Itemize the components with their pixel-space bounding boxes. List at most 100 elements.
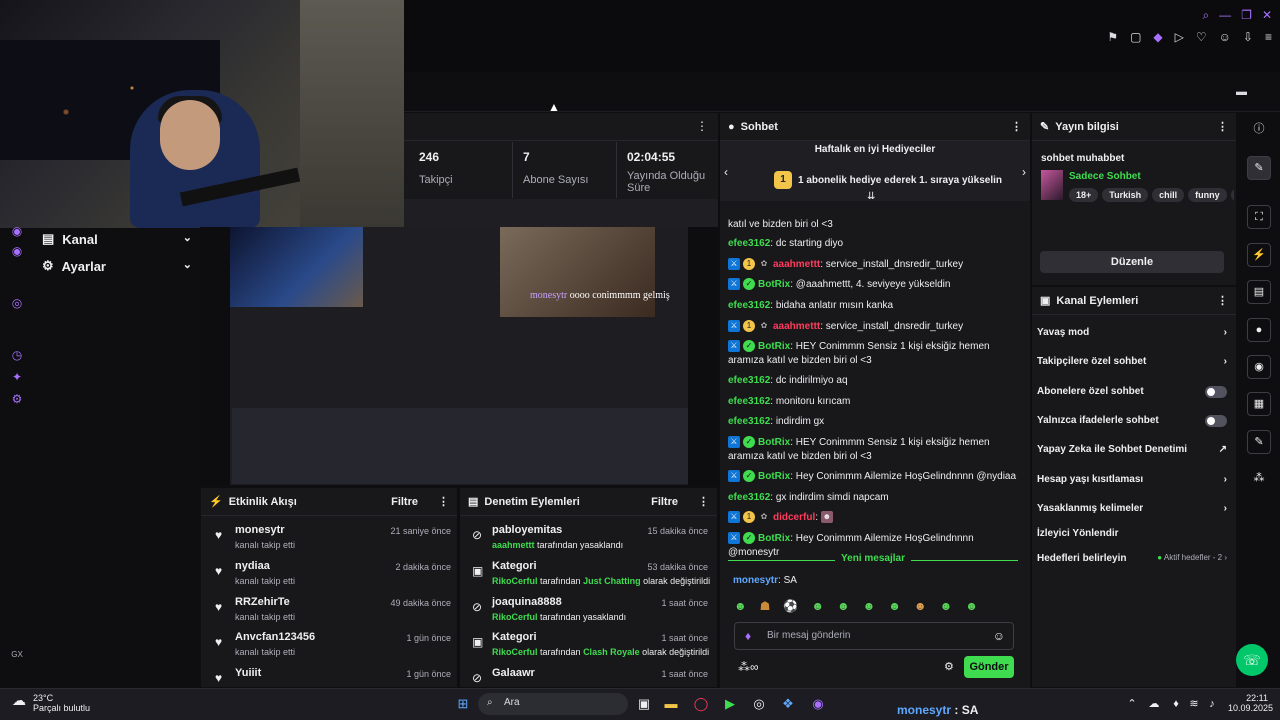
chat-user[interactable]: BotRix <box>758 533 790 544</box>
bookmark-icon[interactable]: ⚑ <box>1107 30 1118 44</box>
chat-user[interactable]: efee3162 <box>728 238 770 249</box>
mic-icon[interactable]: ♦ <box>745 629 751 643</box>
emote-icon[interactable]: ☻ <box>965 599 978 613</box>
mic-icon[interactable]: ♦ <box>1166 694 1186 714</box>
action-account-age[interactable]: Hesap yaşı kısıtlaması › <box>1037 474 1227 494</box>
discord-icon[interactable]: ◉ <box>808 694 828 714</box>
play-circle-icon[interactable]: ◎ <box>10 296 24 310</box>
clock[interactable]: 22:11 10.09.2025 <box>1228 693 1273 713</box>
app-icon[interactable]: ❖ <box>778 694 798 714</box>
clock-icon[interactable]: ◷ <box>10 348 24 362</box>
activity-user[interactable]: monesytr <box>235 524 285 536</box>
more-options-icon[interactable]: ⋮ <box>1217 294 1228 307</box>
obs-icon[interactable]: ◎ <box>749 694 769 714</box>
chat-settings-icon[interactable]: ⚙ <box>944 660 954 673</box>
mod-target[interactable]: pabloyemitas <box>492 524 562 536</box>
kick-icon[interactable]: ▶ <box>720 694 740 714</box>
chat-user[interactable]: efee3162 <box>728 375 770 386</box>
filter-button[interactable]: Filtre <box>651 496 678 508</box>
search-icon[interactable]: ⌕ <box>1202 8 1209 23</box>
menu-icon[interactable]: ≡ <box>1265 30 1272 44</box>
lightning-icon[interactable]: ⚡ <box>1247 243 1271 267</box>
action-goals[interactable]: Hedefleri belirleyin ● Aktif hedefler - … <box>1037 553 1227 573</box>
chat-user[interactable]: BotRix <box>758 341 790 352</box>
action-raid[interactable]: İzleyici Yönlendir <box>1037 528 1227 548</box>
tag[interactable]: 18+ <box>1069 188 1099 202</box>
new-messages-label[interactable]: Yeni mesajlar <box>728 553 1018 567</box>
chat-user[interactable]: efee3162 <box>728 492 770 503</box>
taskview-icon[interactable]: ▣ <box>634 694 654 714</box>
activity-user[interactable]: nydiaa <box>235 560 270 572</box>
weather-icon[interactable]: ☁ <box>12 692 26 709</box>
profile-icon[interactable]: ☺ <box>1219 30 1231 44</box>
emote-icon[interactable]: ☻ <box>734 599 747 613</box>
chevron-left-icon[interactable]: ‹ <box>724 165 728 179</box>
chevron-up-icon[interactable]: ⌃ <box>1122 694 1142 714</box>
crop-icon[interactable]: ⛶ <box>1247 205 1271 229</box>
more-options-icon[interactable]: ⋮ <box>698 495 709 508</box>
opera-gx-icon[interactable]: ◯ <box>691 694 711 714</box>
action-subs-only[interactable]: Abonelere özel sohbet <box>1037 386 1227 406</box>
action-followers-only[interactable]: Takipçilere özel sohbet › <box>1037 356 1227 376</box>
chat-user[interactable]: efee3162 <box>728 300 770 311</box>
shield-icon[interactable]: ◆ <box>1153 30 1162 44</box>
emoji-icon[interactable]: ☺ <box>993 629 1005 643</box>
emote-icon[interactable]: ☻ <box>811 599 824 613</box>
action-slow-mode[interactable]: Yavaş mod › <box>1037 327 1227 347</box>
emote-icon[interactable]: ☻ <box>863 599 876 613</box>
puzzle-icon[interactable]: ✦ <box>10 370 24 384</box>
screenshot-icon[interactable]: ▢ <box>1130 30 1141 44</box>
chat-user[interactable]: efee3162 <box>728 396 770 407</box>
more-options-icon[interactable]: ⋮ <box>1011 120 1022 133</box>
subs-only-toggle[interactable] <box>1205 386 1227 398</box>
emote-only-toggle[interactable] <box>1205 415 1227 427</box>
cloud-icon[interactable]: ☁ <box>1144 694 1164 714</box>
kick-bits-icon[interactable]: ⁂∞ <box>738 660 759 674</box>
mod-target[interactable]: Galaawr <box>492 667 535 679</box>
more-options-icon[interactable]: ⋮ <box>1217 120 1228 133</box>
chat-user[interactable]: aaahmettt <box>773 259 820 270</box>
scroll-down-icon[interactable]: ⇊ <box>867 191 875 202</box>
category-thumbnail[interactable] <box>1041 170 1063 200</box>
more-options-icon[interactable]: ⋮ <box>438 495 449 508</box>
download-icon[interactable]: ⇩ <box>1243 30 1253 44</box>
minimize-icon[interactable]: — <box>1219 8 1231 23</box>
emote-icon[interactable]: ☻ <box>914 599 927 613</box>
windows-start-icon[interactable]: ⊞ <box>453 694 473 714</box>
category-name[interactable]: Sadece Sohbet <box>1069 171 1141 182</box>
send-button[interactable]: Gönder <box>964 656 1014 678</box>
close-icon[interactable]: ✕ <box>1262 8 1272 23</box>
tag[interactable]: T <box>1230 188 1234 202</box>
file-explorer-icon[interactable]: ▬ <box>661 694 681 714</box>
filter-button[interactable]: Filtre <box>391 496 418 508</box>
play-icon[interactable]: ▷ <box>1175 30 1184 44</box>
chat-input[interactable]: ♦ Bir mesaj gönderin ☺ <box>734 622 1014 650</box>
discord-icon-2[interactable]: ◉ <box>10 244 24 258</box>
action-ai-moderation[interactable]: Yapay Zeka ile Sohbet Denetimi ↗ <box>1037 444 1227 464</box>
chevron-right-icon[interactable]: › <box>1022 165 1026 179</box>
emote-icon[interactable]: ⚽ <box>783 599 798 613</box>
activity-user[interactable]: Yuiiit <box>235 667 261 679</box>
tag[interactable]: chill <box>1152 188 1185 202</box>
chat-user[interactable]: BotRix <box>758 471 790 482</box>
volume-icon[interactable]: ♪ <box>1202 694 1222 714</box>
pencil-icon[interactable]: ✎ <box>1247 156 1271 180</box>
emote-icon[interactable]: ☻ <box>837 599 850 613</box>
help-button[interactable]: ☏ <box>1236 644 1268 676</box>
wrench-icon[interactable]: ✎ <box>1247 430 1271 454</box>
tag[interactable]: Turkish <box>1102 188 1149 202</box>
action-emote-only[interactable]: Yalnızca ifadelerle sohbet <box>1037 415 1227 435</box>
settings-icon[interactable]: ⚙ <box>10 392 24 406</box>
broadcast-icon[interactable]: ◉ <box>1247 355 1271 379</box>
heart-icon[interactable]: ♡ <box>1196 30 1207 44</box>
chat-user[interactable]: didcerful <box>773 512 815 523</box>
chat-user[interactable]: BotRix <box>758 279 790 290</box>
info-icon[interactable]: ⓘ <box>1247 118 1271 142</box>
nav-item-kanal[interactable]: ▤ Kanal ⌄ <box>42 228 192 250</box>
chat-icon[interactable]: ● <box>1247 318 1271 342</box>
emote-icon[interactable]: ☗ <box>760 599 771 613</box>
weather-widget[interactable]: 23°C Parçalı bulutlu <box>33 693 90 713</box>
chat-user[interactable]: efee3162 <box>728 416 770 427</box>
apps-icon[interactable]: ⁂ <box>1247 467 1271 491</box>
restore-icon[interactable]: ❐ <box>1241 8 1252 23</box>
